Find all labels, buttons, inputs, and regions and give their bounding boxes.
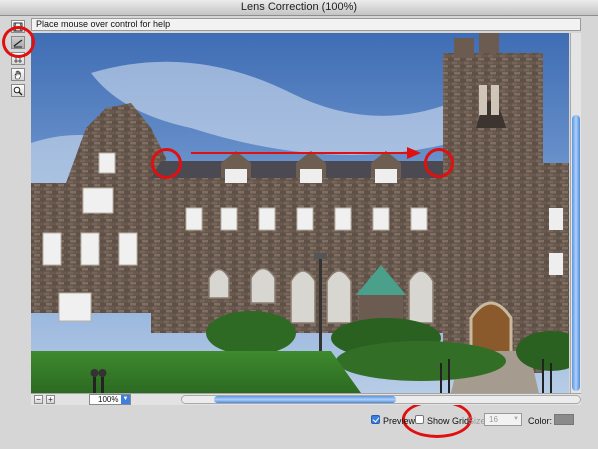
- zoom-level-value: 100%: [98, 395, 119, 404]
- straighten-tool-icon: [13, 39, 23, 47]
- move-grid-tool[interactable]: [11, 52, 25, 65]
- hand-tool[interactable]: [11, 68, 25, 81]
- building-photo: [31, 33, 569, 393]
- remove-distortion-tool[interactable]: [11, 20, 25, 33]
- chevron-down-icon: ▼: [513, 416, 519, 422]
- vertical-scroll-thumb[interactable]: [572, 115, 580, 391]
- show-grid-label: Show Grid: [427, 416, 470, 426]
- grid-color-swatch[interactable]: [554, 414, 574, 425]
- color-label: Color:: [528, 416, 553, 426]
- title-bar: Lens Correction (100%): [0, 0, 598, 16]
- chevron-down-icon[interactable]: ▼: [121, 395, 130, 404]
- horizontal-scroll-thumb[interactable]: [214, 396, 396, 403]
- preview-checkbox[interactable]: [371, 415, 380, 424]
- zoom-tool-icon: [13, 86, 23, 95]
- window-title: Lens Correction (100%): [240, 1, 358, 13]
- hand-tool-icon: [14, 70, 21, 79]
- zoom-tool[interactable]: [11, 84, 25, 97]
- zoom-in-button[interactable]: +: [46, 395, 55, 404]
- zoom-out-button[interactable]: −: [34, 395, 43, 404]
- grid-size-value: 16: [489, 415, 498, 424]
- move-grid-tool-icon: [14, 54, 22, 63]
- options-bar: Preview Show Grid Size: 16 ▼ Color:: [0, 408, 598, 434]
- grid-size-select[interactable]: 16 ▼: [484, 413, 522, 426]
- horizontal-scrollbar[interactable]: [181, 395, 581, 404]
- remove-distortion-tool-icon: [13, 22, 23, 31]
- preview-label: Preview: [383, 416, 416, 426]
- show-grid-checkbox[interactable]: [415, 415, 424, 424]
- zoom-level-field[interactable]: 100% ▼: [89, 394, 131, 405]
- status-bar: − + 100% ▼: [31, 393, 581, 405]
- help-bar: Place mouse over control for help: [31, 18, 581, 31]
- vertical-scrollbar[interactable]: [570, 33, 581, 393]
- straighten-tool[interactable]: [11, 36, 25, 49]
- tools-palette: [11, 20, 25, 100]
- preview-image[interactable]: [31, 33, 569, 393]
